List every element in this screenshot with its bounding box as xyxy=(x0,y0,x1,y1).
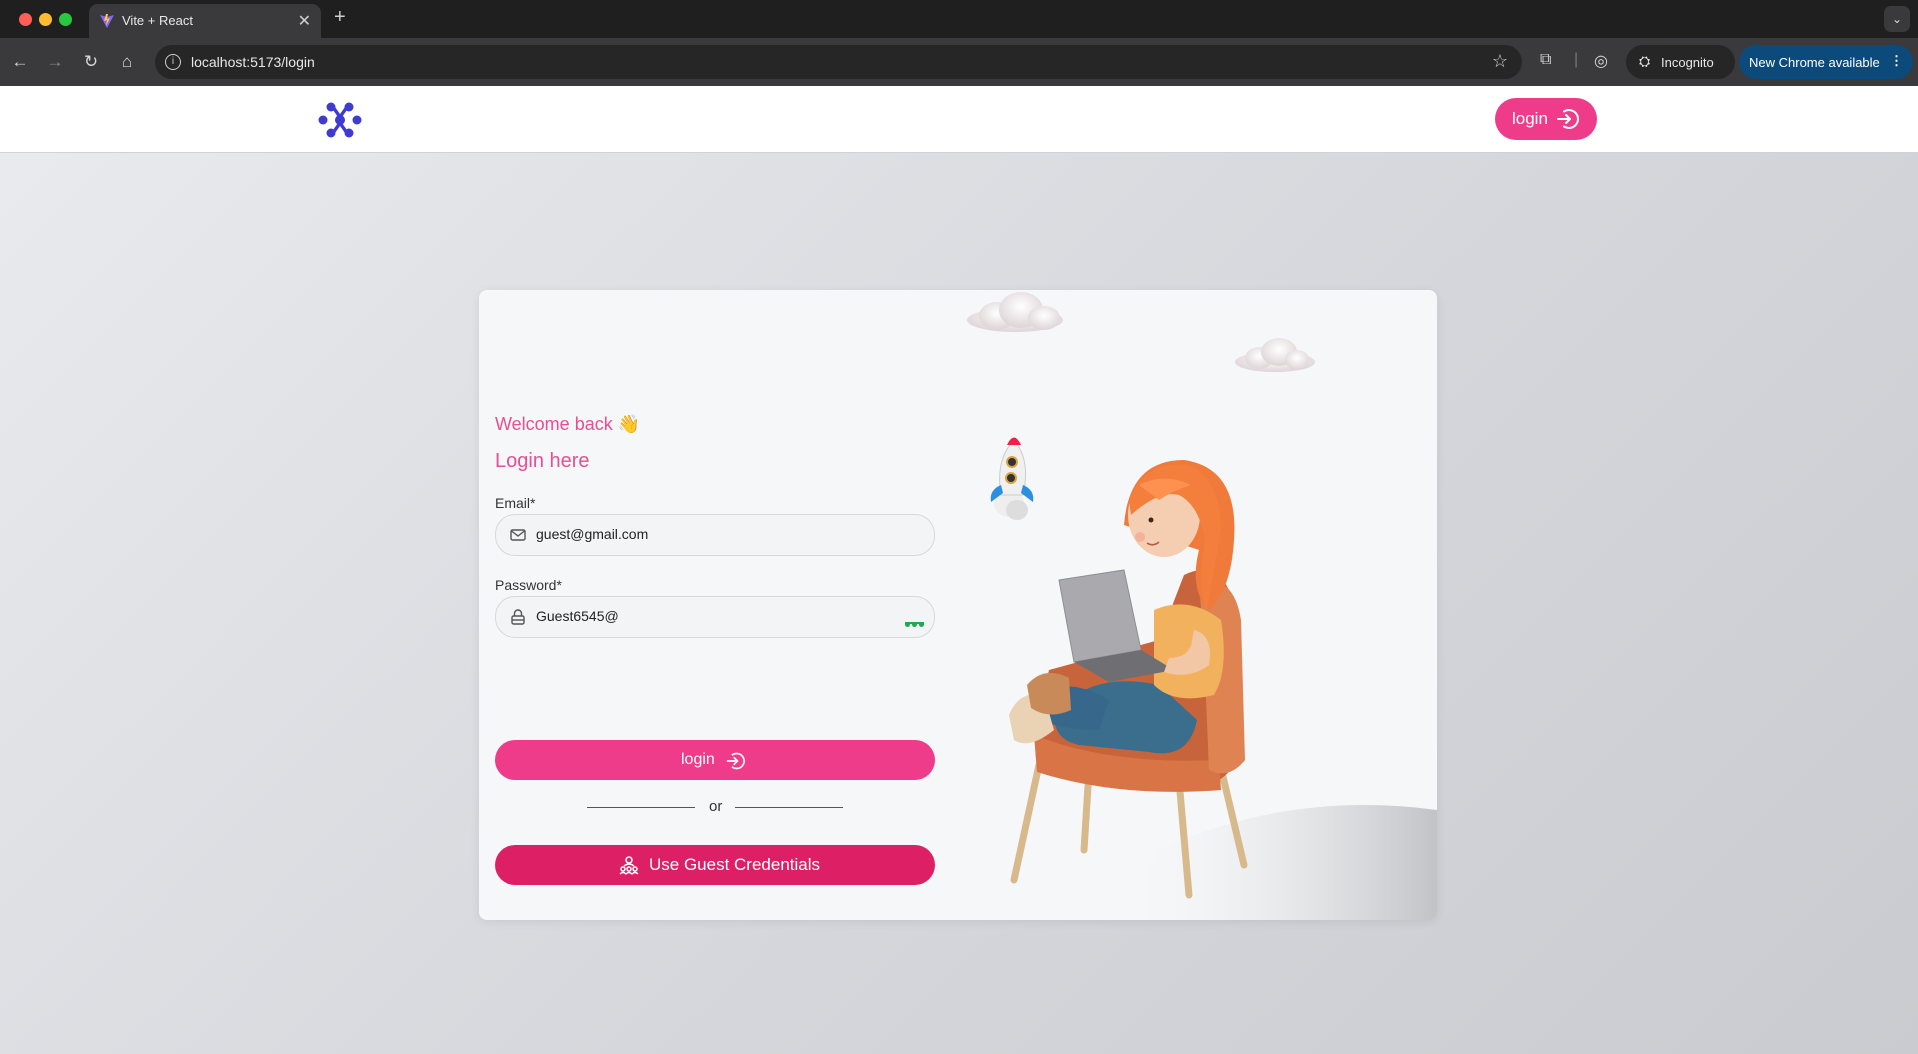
close-window-dot[interactable] xyxy=(19,13,32,26)
forward-icon[interactable]: → xyxy=(44,51,66,73)
cloud-1 xyxy=(967,292,1063,332)
more-menu-icon[interactable]: ⋮ xyxy=(1890,53,1903,69)
reading-girl-illustration xyxy=(967,292,1437,920)
back-icon[interactable]: ← xyxy=(9,51,31,73)
browser-tab[interactable]: Vite + React ✕ xyxy=(89,4,321,38)
login-heading: Login here xyxy=(495,450,590,472)
page-viewport: login Welcome back 👋 Login here Email* g… xyxy=(0,86,1918,1054)
tab-close-icon[interactable]: ✕ xyxy=(298,11,311,31)
password-value: Guest6545@ xyxy=(536,608,619,624)
extensions-icon[interactable]: ⧉ xyxy=(1540,51,1551,69)
incognito-badge[interactable]: ⛭ Incognito xyxy=(1626,45,1735,79)
update-chrome-button[interactable]: New Chrome available ⋮ xyxy=(1739,45,1913,79)
app-navbar: login xyxy=(0,86,1918,153)
update-label: New Chrome available xyxy=(1749,55,1880,70)
guest-credentials-button[interactable]: Use Guest Credentials xyxy=(495,845,935,885)
performance-icon[interactable]: ◎ xyxy=(1594,51,1608,71)
email-label: Email* xyxy=(495,495,536,511)
new-tab-icon[interactable]: + xyxy=(334,6,346,29)
navbar-login-button[interactable]: login xyxy=(1495,98,1597,140)
or-separator: or xyxy=(587,796,843,818)
separator-line-right xyxy=(735,807,843,808)
login-card: Welcome back 👋 Login here Email* guest@g… xyxy=(479,290,1437,920)
browser-tab-bar: Vite + React ✕ + ⌄ xyxy=(0,0,1918,38)
login-submit-button[interactable]: login xyxy=(495,740,935,780)
vite-favicon-icon xyxy=(100,14,114,28)
password-field[interactable]: Guest6545@ xyxy=(495,596,935,638)
separator-line-left xyxy=(587,807,695,808)
tab-title: Vite + React xyxy=(122,13,193,28)
incognito-label: Incognito xyxy=(1661,55,1714,70)
maximize-window-dot[interactable] xyxy=(59,13,72,26)
navbar-login-label: login xyxy=(1512,109,1548,128)
guest-credentials-label: Use Guest Credentials xyxy=(649,855,821,874)
address-url: localhost:5173/login xyxy=(191,54,315,70)
tab-search-icon[interactable]: ⌄ xyxy=(1884,6,1910,32)
toolbar-divider: | xyxy=(1574,51,1579,68)
brand-logo-icon[interactable] xyxy=(318,99,362,141)
login-submit-label: login xyxy=(681,751,715,768)
site-info-icon[interactable]: i xyxy=(165,54,181,70)
email-field[interactable]: guest@gmail.com xyxy=(495,514,935,556)
or-text: or xyxy=(709,798,723,815)
password-label: Password* xyxy=(495,577,562,593)
login-arrow-icon xyxy=(1557,109,1579,129)
password-manager-icon[interactable] xyxy=(903,614,924,632)
incognito-icon: ⛭ xyxy=(1639,53,1651,69)
login-arrow-icon xyxy=(726,752,745,770)
lock-icon xyxy=(511,609,525,625)
welcome-text: Welcome back 👋 xyxy=(495,414,641,434)
users-icon xyxy=(619,856,639,875)
address-bar[interactable]: i localhost:5173/login ☆ xyxy=(155,45,1522,79)
bookmark-star-icon[interactable]: ☆ xyxy=(1492,51,1508,72)
email-value: guest@gmail.com xyxy=(536,526,649,542)
browser-toolbar: ← → ↻ ⌂ i localhost:5173/login ☆ ⧉ | ◎ ⛭… xyxy=(0,38,1918,86)
minimize-window-dot[interactable] xyxy=(39,13,52,26)
mail-icon xyxy=(510,529,526,541)
reload-icon[interactable]: ↻ xyxy=(80,51,102,73)
cloud-2 xyxy=(1235,338,1315,372)
home-icon[interactable]: ⌂ xyxy=(116,51,138,73)
rocket-icon xyxy=(990,437,1034,520)
